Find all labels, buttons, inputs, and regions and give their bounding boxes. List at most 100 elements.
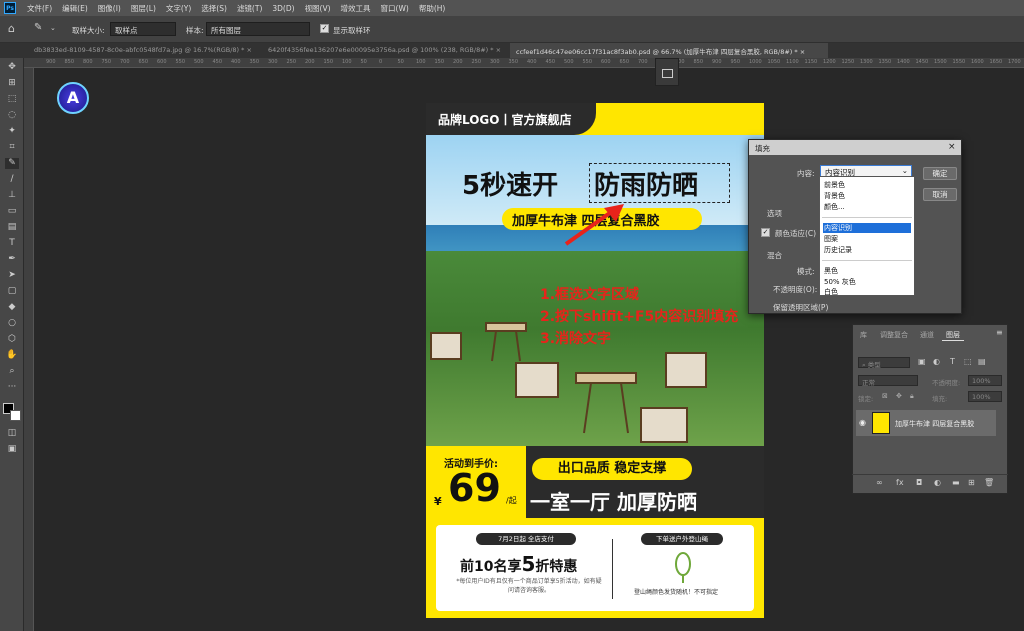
menu-layer[interactable]: 图层(L) [126,3,161,14]
lock-position-icon[interactable]: ✥ [896,392,902,400]
more-tools-icon[interactable]: ··· [5,382,19,393]
close-icon[interactable]: × [948,142,956,152]
lasso-tool-icon[interactable]: ◌ [5,110,19,121]
filter-shape-icon[interactable]: ⬚ [964,357,972,366]
quick-mask-icon[interactable]: ◫ [5,428,19,439]
ruler-tick: 350 [249,59,260,65]
layers-panel-footer: ∞ fx ◘ ◐ ▬ ⊞ 🗑︎ [852,474,1008,492]
lock-all-icon[interactable]: 🔒︎ [910,392,914,401]
menu-file[interactable]: 文件(F) [22,3,57,14]
option-background[interactable]: 背景色 [823,191,911,201]
link-icon[interactable]: ∞ [876,478,883,487]
tab-doc-3[interactable]: ccfeef1d46c47ee06cc17f31ac8f3ab0.psd @ 6… [510,43,828,58]
layers-panel [852,324,1008,494]
option-color[interactable]: 颜色... [823,202,911,212]
eyedropper-tool-icon[interactable]: ✎ [5,158,19,169]
move-tool-icon[interactable]: ✥ [5,62,19,73]
menu-window[interactable]: 窗口(W) [376,3,414,14]
menu-filter[interactable]: 滤镜(T) [232,3,267,14]
ruler-tick: 0 [379,59,383,65]
artboard-tool-icon[interactable]: ⊞ [5,78,19,89]
eraser-tool-icon[interactable]: ▭ [5,206,19,217]
mask-icon[interactable]: ◘ [916,478,922,487]
ruler-tick: 400 [231,59,241,65]
crop-tool-icon[interactable]: ⌗ [5,142,19,153]
sample-size-select[interactable]: 取样点 [110,22,176,36]
visibility-eye-icon[interactable]: ◉ [859,418,866,427]
hand-tool-icon[interactable]: ✋ [5,350,19,361]
background-color-swatch[interactable] [10,410,21,421]
sample-select[interactable]: 所有图层 [206,22,310,36]
tab-channels[interactable]: 通道 [916,327,938,341]
ruler-tick: 300 [490,59,500,65]
layer-filter-select[interactable]: ⌕ 类型 [858,357,910,369]
panel-menu-icon[interactable]: ≡ [996,328,1003,337]
text-tool-icon[interactable]: T [5,238,19,249]
option-black[interactable]: 黑色 [823,266,911,276]
menu-select[interactable]: 选择(S) [196,3,232,14]
blend-mode-select[interactable]: 正常 [858,375,918,387]
home-icon[interactable]: ⌂ [8,22,15,35]
menu-3d[interactable]: 3D(D) [267,4,299,13]
adjustment-icon[interactable]: ◐ [934,478,941,487]
gradient-tool-icon[interactable]: ▤ [5,222,19,233]
menu-help[interactable]: 帮助(H) [414,3,451,14]
document-canvas[interactable]: 品牌LOGO丨官方旗舰店 5秒速开 防雨防晒 加厚牛布津 四层复合黑胶 活动到手… [426,103,764,618]
zoom-tool-icon[interactable]: ⌕ [5,366,19,377]
lock-pixels-icon[interactable]: ⊠ [882,392,888,400]
folder-icon[interactable]: ▬ [952,478,960,487]
menu-image[interactable]: 图像(I) [93,3,126,14]
price-value: 69 [448,466,501,510]
close-icon[interactable]: × [246,46,251,54]
quick-select-tool-icon[interactable]: ✦ [5,126,19,137]
chevron-down-icon[interactable]: ⌄ [50,24,56,32]
option-history[interactable]: 历史记录 [823,245,911,255]
tab-libraries[interactable]: 库 [856,327,871,341]
eyedropper-tool-icon[interactable]: ✎ [34,22,42,33]
properties-icon[interactable] [662,69,673,78]
rectangle-tool-icon[interactable]: ▢ [5,286,19,297]
menu-plugins[interactable]: 增效工具 [336,3,376,14]
close-icon[interactable]: × [496,46,501,54]
menu-type[interactable]: 文字(Y) [161,3,196,14]
ruler-tick: 600 [601,59,611,65]
menu-edit[interactable]: 编辑(E) [57,3,93,14]
fill-field[interactable]: 100% [968,391,1002,402]
ok-button[interactable]: 确定 [923,167,957,180]
filter-pixel-icon[interactable]: ▣ [918,357,926,366]
stamp-tool-icon[interactable]: ⊥ [5,190,19,201]
close-icon[interactable]: × [800,48,805,56]
filter-smart-icon[interactable]: ▤ [978,357,986,366]
brush-tool-icon[interactable]: ∕ [5,174,19,185]
filter-adjust-icon[interactable]: ◐ [933,357,940,366]
tab-doc-2[interactable]: 6420f4356fee136207e6e00095e3756a.psd @ 1… [262,43,507,58]
photoshop-logo-icon[interactable]: Ps [4,2,16,14]
color-adapt-checkbox[interactable]: ✓ [761,228,770,237]
show-ring-checkbox[interactable]: ✓ [320,24,329,33]
tab-layer-comps[interactable]: 调整复合 [876,327,912,341]
pen-tool-icon[interactable]: ✒ [5,254,19,265]
layer-name[interactable]: 加厚牛布津 四层复合黑胶 [895,419,974,429]
option-content-aware[interactable]: 内容识别 [823,223,911,233]
tab-layers[interactable]: 图层 [942,327,964,341]
ruler-tick: 650 [619,59,630,65]
screen-mode-icon[interactable]: ▣ [5,444,19,455]
opacity-field[interactable]: 100% [968,375,1002,386]
promo-main-b: 5 [521,552,536,576]
cancel-button[interactable]: 取消 [923,188,957,201]
option-50-gray[interactable]: 50% 灰色 [823,277,911,287]
trash-icon[interactable]: 🗑︎ [984,478,994,487]
tab-doc-1[interactable]: db3833ed-8109-4587-8c0e-abfc0548fd7a.jpg… [28,43,258,58]
option-white[interactable]: 白色 [823,287,911,297]
marquee-tool-icon[interactable]: ⬚ [5,94,19,105]
paint-bucket-tool-icon[interactable]: ◆ [5,302,19,313]
ellipse-tool-icon[interactable]: ○ [5,318,19,329]
3d-tool-icon[interactable]: ⬡ [5,334,19,345]
option-pattern[interactable]: 图案 [823,234,911,244]
menu-view[interactable]: 视图(V) [300,3,336,14]
new-layer-icon[interactable]: ⊞ [968,478,975,487]
path-select-tool-icon[interactable]: ➤ [5,270,19,281]
fx-icon[interactable]: fx [896,478,904,487]
filter-text-icon[interactable]: T [950,357,955,366]
option-foreground[interactable]: 前景色 [823,180,911,190]
